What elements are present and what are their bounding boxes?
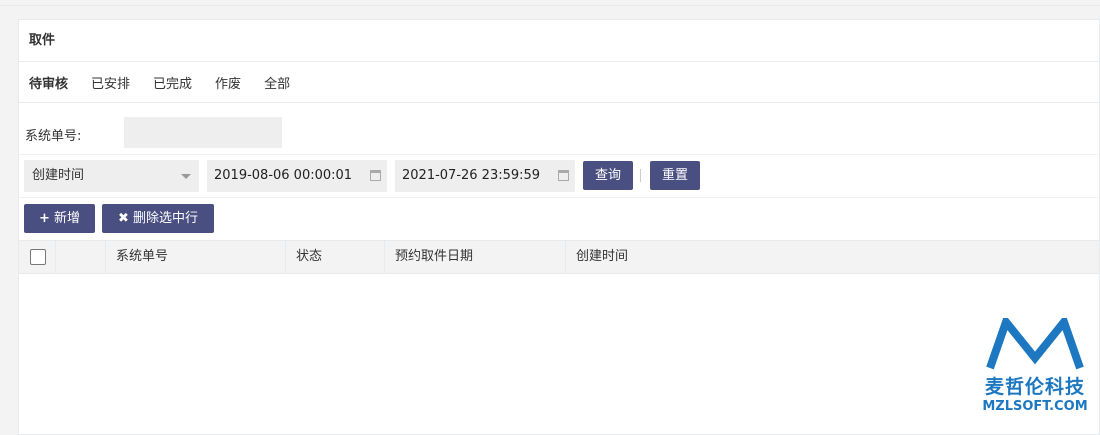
watermark-chinese: 麦哲伦科技 [984, 376, 1085, 398]
calendar-icon [370, 170, 381, 181]
top-bar [0, 0, 1100, 6]
sysno-input[interactable] [124, 117, 282, 148]
sysno-label: 系统单号: [25, 129, 82, 144]
date-field-select[interactable]: 创建时间 [24, 160, 199, 192]
main-panel: 取件 待审核 已安排 已完成 作废 全部 系统单号: 创建时间 2019-08-… [18, 19, 1100, 435]
delete-selected-button[interactable]: ✖ 删除选中行 [102, 204, 214, 233]
divider [640, 169, 641, 182]
panel-title: 取件 [19, 20, 1099, 62]
close-icon: ✖ [118, 211, 129, 226]
actions-row: + 新增 ✖ 删除选中行 [19, 198, 1099, 240]
table-header: 系统单号 状态 预约取件日期 创建时间 [19, 240, 1099, 274]
tab-all[interactable]: 全部 [264, 73, 290, 92]
add-button[interactable]: + 新增 [24, 204, 95, 233]
start-date-value: 2019-08-06 00:00:01 [214, 168, 353, 183]
select-all-checkbox[interactable] [30, 249, 46, 265]
column-header-index [55, 241, 105, 273]
end-date-input[interactable]: 2021-07-26 23:59:59 [395, 160, 575, 192]
delete-button-label: 删除选中行 [132, 211, 198, 226]
plus-icon: + [39, 211, 50, 226]
end-date-value: 2021-07-26 23:59:59 [402, 168, 541, 183]
watermark-english: MZLSOFT.COM [982, 399, 1088, 414]
tab-completed[interactable]: 已完成 [153, 73, 192, 92]
brand-logo-icon [986, 318, 1084, 370]
reset-button[interactable]: 重置 [650, 161, 700, 190]
column-header-created-time[interactable]: 创建时间 [565, 241, 1100, 273]
column-header-sysno[interactable]: 系统单号 [105, 241, 285, 273]
add-button-label: 新增 [53, 211, 80, 226]
caret-down-icon [181, 174, 191, 179]
query-button[interactable]: 查询 [583, 161, 633, 190]
status-tabs: 待审核 已安排 已完成 作废 全部 [19, 62, 1099, 103]
filter-row: 创建时间 2019-08-06 00:00:01 2021-07-26 23:5… [19, 155, 1099, 198]
brand-watermark: 麦哲伦科技 MZLSOFT.COM [970, 318, 1100, 414]
column-header-status[interactable]: 状态 [285, 241, 384, 273]
search-row: 系统单号: [19, 103, 1099, 155]
calendar-icon [558, 170, 569, 181]
column-header-pickup-date[interactable]: 预约取件日期 [384, 241, 565, 273]
select-all-cell [19, 241, 55, 273]
tab-pending-review[interactable]: 待审核 [29, 73, 68, 92]
start-date-input[interactable]: 2019-08-06 00:00:01 [207, 160, 387, 192]
tab-scheduled[interactable]: 已安排 [91, 73, 130, 92]
tab-voided[interactable]: 作废 [215, 73, 241, 92]
date-field-selected: 创建时间 [32, 168, 85, 183]
